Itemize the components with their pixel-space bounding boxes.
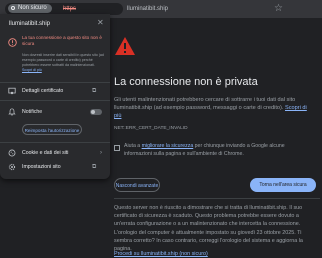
back-to-safety-button[interactable]: Torna nell'area sicura — [250, 178, 316, 192]
url-host[interactable]: lluminatibit.ship — [127, 3, 168, 15]
external-link-icon: ⧉ — [92, 88, 97, 94]
warning-triangle-icon — [115, 37, 135, 55]
site-settings-row[interactable]: Impostazioni sito ⧉ — [0, 161, 110, 173]
popup-description: Non dovresti inserire dati sensibili in … — [22, 53, 104, 73]
optin-checkbox[interactable] — [114, 145, 120, 151]
divider — [0, 100, 110, 101]
site-info-popup: lluminatibit.ship ✕ La tua connessione a… — [0, 14, 110, 179]
error-description: Gli utenti malintenzionati potrebbero ce… — [114, 96, 314, 120]
close-icon[interactable]: ✕ — [97, 18, 104, 27]
error-code[interactable]: NET::ERR_CERT_DATE_INVALID — [114, 126, 188, 131]
optin-text: Aiuta a migliorare la sicurezza per chiu… — [124, 142, 314, 158]
details-text: Questo server non è riuscito a dimostrar… — [114, 205, 303, 253]
certificate-icon — [8, 87, 16, 95]
proceed-container: Procedi su lluminatibit.ship (non sicuro… — [114, 250, 320, 258]
cookie-icon — [8, 149, 16, 157]
notifications-label: Notifiche — [22, 109, 43, 115]
divider — [0, 82, 110, 83]
notifications-row[interactable]: Notifiche — [0, 106, 110, 118]
divider — [114, 198, 320, 199]
error-description-text: Gli utenti malintenzionati potrebbero ce… — [114, 97, 296, 111]
safe-browsing-optin: Aiuta a migliorare la sicurezza per chiu… — [114, 142, 314, 168]
not-secure-label: Non sicuro — [18, 5, 47, 11]
cookies-row[interactable]: Cookie e dati dei siti › — [0, 147, 110, 159]
certificate-details-row[interactable]: Dettagli certificato ⧉ — [0, 85, 110, 97]
popup-headline: La tua connessione a questo sito non è s… — [22, 35, 102, 47]
optin-link[interactable]: migliorare la sicurezza — [142, 143, 194, 149]
site-settings-label: Impostazioni sito — [22, 164, 61, 170]
hide-advanced-button[interactable]: Nascondi avanzate — [114, 178, 160, 192]
certificate-label: Dettagli certificato — [22, 88, 64, 94]
warning-icon — [8, 38, 17, 47]
external-link-icon: ⧉ — [92, 164, 97, 170]
notifications-toggle[interactable] — [90, 109, 102, 115]
popup-description-text: Non dovresti inserire dati sensibili in … — [22, 53, 104, 67]
not-secure-chip[interactable]: Non sicuro — [8, 4, 52, 13]
chevron-right-icon: › — [100, 150, 102, 156]
divider — [0, 142, 110, 143]
star-icon[interactable]: ☆ — [274, 3, 283, 15]
proceed-link[interactable]: Procedi su lluminatibit.ship (non sicuro… — [114, 251, 208, 257]
warning-icon — [11, 6, 15, 10]
popup-learn-more-link[interactable]: Scopri di più — [22, 68, 42, 72]
page-title: La connessione non è privata — [114, 76, 258, 88]
cookies-label: Cookie e dati dei siti — [22, 150, 69, 156]
popup-domain: lluminatibit.ship — [9, 21, 51, 27]
gear-icon — [8, 163, 16, 171]
reset-permissions-button[interactable]: Reimposta l'autorizzazione — [22, 124, 82, 135]
bell-icon — [8, 108, 16, 116]
toggle-knob — [91, 110, 95, 114]
optin-prefix: Aiuta a — [124, 143, 141, 149]
